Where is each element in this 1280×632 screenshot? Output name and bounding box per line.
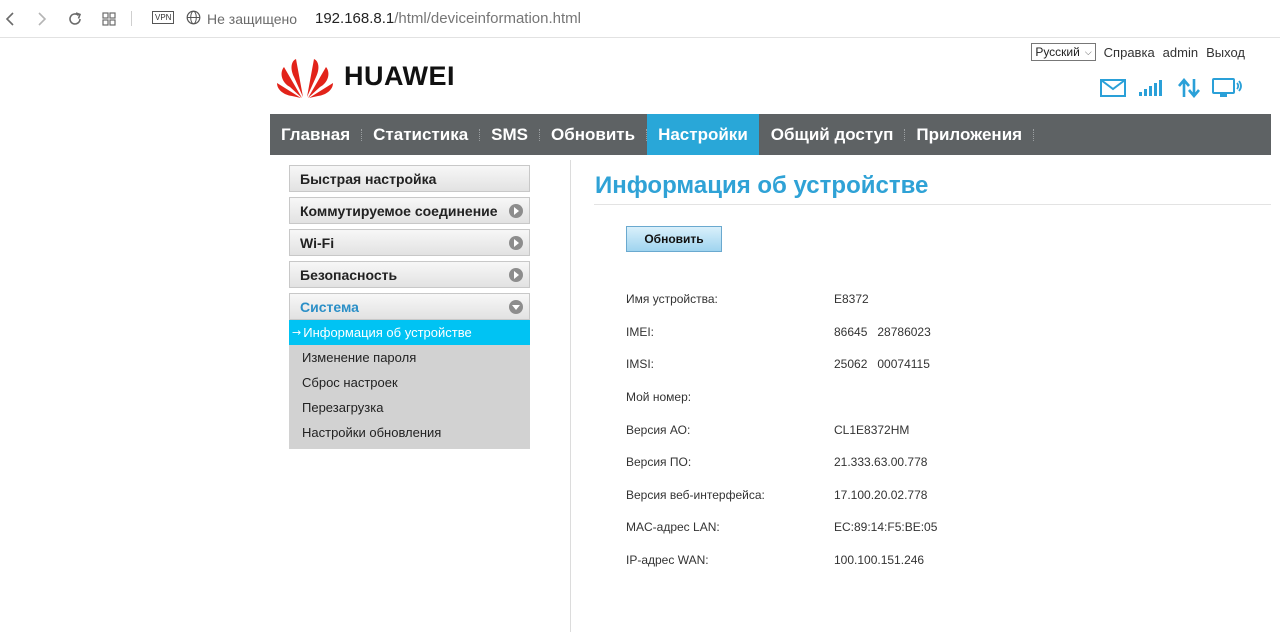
browser-toolbar: VPN Не защищено 192.168.8.1/html/devicei… (0, 0, 1280, 38)
menu-statistics[interactable]: Статистика (362, 114, 479, 155)
info-label: Имя устройства: (626, 292, 718, 307)
vpn-badge[interactable]: VPN (152, 11, 175, 24)
address-bar[interactable]: 192.168.8.1/html/deviceinformation.html (315, 10, 581, 27)
back-icon[interactable] (0, 8, 22, 30)
info-label: Версия АО: (626, 422, 691, 437)
info-value: CL1E8372HM (834, 422, 910, 437)
signal-icon (1139, 80, 1162, 96)
submenu-device-info[interactable]: → Информация об устройстве (289, 320, 530, 345)
expand-arrow-icon (509, 267, 523, 282)
title-divider (594, 204, 1271, 205)
data-transfer-icon (1178, 78, 1200, 98)
sidebar-item-label: Коммутируемое соединение (300, 202, 498, 219)
submenu-reboot[interactable]: Перезагрузка (289, 395, 530, 420)
info-label: MAC-адрес LAN: (626, 520, 720, 535)
submenu-factory-reset[interactable]: Сброс настроек (289, 370, 530, 395)
expand-arrow-icon (509, 235, 523, 250)
content-divider (570, 160, 571, 632)
menu-update[interactable]: Обновить (540, 114, 646, 155)
arrow-right-icon: → (292, 326, 302, 339)
sidebar-item-label: Безопасность (300, 266, 398, 283)
info-row-imsi: IMSI: 25062 00074115 (626, 348, 1146, 381)
main-menu: Главная Статистика SMS Обновить Настройк… (270, 114, 1271, 155)
globe-icon[interactable] (186, 10, 201, 25)
device-info-table: Имя устройства: E8372 IMEI: 86645 287860… (626, 283, 1146, 576)
toolbar-divider (131, 11, 132, 26)
sidebar-wifi[interactable]: Wi-Fi (289, 229, 530, 256)
menu-home[interactable]: Главная (270, 114, 361, 155)
info-value: 100.100.151.246 (834, 553, 925, 568)
sidebar-item-label: Быстрая настройка (300, 170, 437, 187)
status-icons (1088, 78, 1242, 98)
sidebar-item-label: Wi-Fi (300, 234, 335, 251)
submenu-label: Информация об устройстве (303, 325, 472, 340)
info-label: IMEI: (626, 324, 655, 339)
menu-sms[interactable]: SMS (480, 114, 539, 155)
menu-apps[interactable]: Приложения (905, 114, 1033, 155)
system-submenu: → Информация об устройстве Изменение пар… (289, 320, 530, 449)
info-row-web-ui-version: Версия веб-интерфейса: 17.100.20.02.778 (626, 479, 1146, 512)
url-path: /html/deviceinformation.html (394, 10, 581, 27)
info-row-wan-ip: IP-адрес WAN: 100.100.151.246 (626, 544, 1146, 577)
info-label: Версия ПО: (626, 455, 692, 470)
info-value: EC:89:14:F5:BE:05 (834, 520, 938, 535)
sidebar-quick-setup[interactable]: Быстрая настройка (289, 165, 530, 192)
huawei-logo[interactable]: HUAWEI (276, 53, 455, 99)
settings-sidebar: Быстрая настройка Коммутируемое соединен… (289, 165, 530, 449)
info-row-lan-mac: MAC-адрес LAN: EC:89:14:F5:BE:05 (626, 511, 1146, 544)
user-link[interactable]: admin (1163, 45, 1198, 60)
logo-text: HUAWEI (344, 60, 455, 91)
submenu-change-password[interactable]: Изменение пароля (289, 345, 530, 370)
info-value: 17.100.20.02.778 (834, 487, 928, 502)
language-select[interactable]: Русский ⌵ (1031, 43, 1096, 61)
info-label: IMSI: (626, 357, 655, 372)
info-row-hardware-version: Версия АО: CL1E8372HM (626, 413, 1146, 446)
huawei-flower-icon (277, 59, 333, 98)
collapse-arrow-icon (509, 299, 523, 314)
security-status[interactable]: Не защищено (207, 11, 297, 27)
mail-icon[interactable] (1100, 79, 1126, 97)
menu-sharing[interactable]: Общий доступ (760, 114, 905, 155)
info-value: 86645 28786023 (834, 324, 931, 339)
tabs-grid-icon[interactable] (98, 8, 120, 30)
info-label: Мой номер: (626, 390, 692, 405)
info-label: IP-адрес WAN: (626, 553, 709, 568)
menu-divider (1033, 128, 1035, 141)
submenu-update-settings[interactable]: Настройки обновления (289, 420, 530, 445)
language-value: Русский (1035, 45, 1080, 59)
info-row-imei: IMEI: 86645 28786023 (626, 316, 1146, 349)
url-host: 192.168.8.1 (315, 10, 395, 27)
monitor-icon[interactable] (1212, 78, 1242, 98)
info-row-my-number: Мой номер: (626, 381, 1146, 414)
chevron-down-icon: ⌵ (1084, 46, 1092, 57)
sidebar-item-label: Система (300, 298, 359, 315)
info-row-software-version: Версия ПО: 21.333.63.00.778 (626, 446, 1146, 479)
forward-icon[interactable] (30, 8, 52, 30)
expand-arrow-icon (509, 203, 523, 218)
info-value: 21.333.63.00.778 (834, 455, 928, 470)
menu-settings[interactable]: Настройки (647, 114, 759, 155)
header-links: Русский ⌵ Справка admin Выход (1031, 43, 1245, 61)
logout-link[interactable]: Выход (1206, 45, 1245, 60)
sidebar-dialup[interactable]: Коммутируемое соединение (289, 197, 530, 224)
sidebar-system[interactable]: Система (289, 293, 530, 320)
info-row-device-name: Имя устройства: E8372 (626, 283, 1146, 316)
info-label: Версия веб-интерфейса: (626, 487, 765, 502)
help-link[interactable]: Справка (1104, 45, 1155, 60)
reload-icon[interactable] (64, 8, 86, 30)
info-value: 25062 00074115 (834, 357, 930, 372)
sidebar-security[interactable]: Безопасность (289, 261, 530, 288)
refresh-button[interactable]: Обновить (626, 226, 722, 252)
info-value: E8372 (834, 292, 869, 307)
page-title: Информация об устройстве (595, 172, 929, 199)
